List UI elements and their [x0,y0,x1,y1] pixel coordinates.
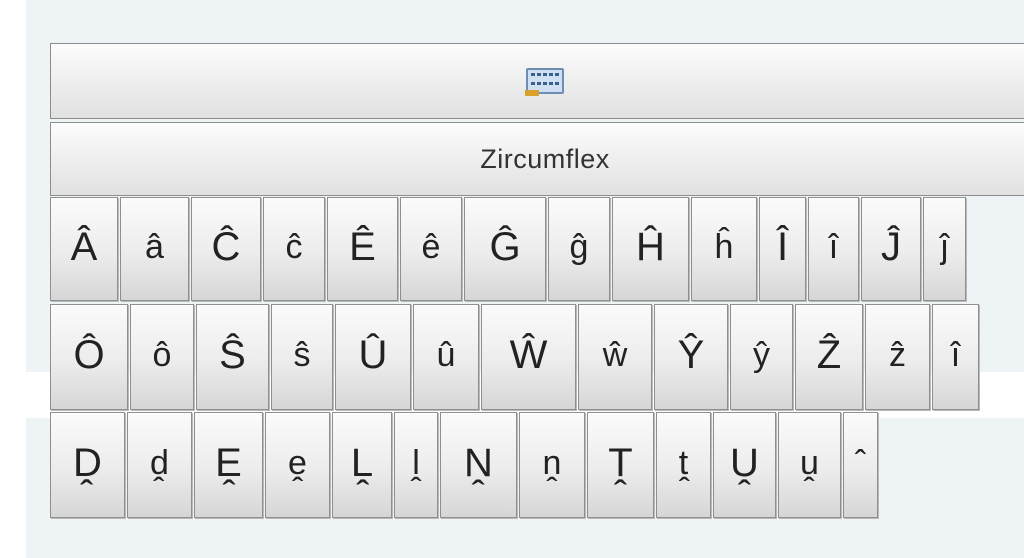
char-key[interactable]: ẑ [865,304,930,410]
char-key[interactable]: ṋ [519,412,585,518]
char-key[interactable]: Ô [50,304,128,410]
char-key[interactable]: Ṋ [440,412,517,518]
char-key[interactable]: Î [759,197,806,301]
char-key[interactable]: ĉ [263,197,325,301]
char-key[interactable]: Ḙ [194,412,263,518]
char-key[interactable]: ḓ [127,412,192,518]
char-key[interactable]: Ŵ [481,304,576,410]
char-key[interactable]: Ẑ [795,304,863,410]
char-key[interactable]: û [413,304,479,410]
character-set-header[interactable]: Zircumflex [50,122,1024,196]
char-key[interactable]: ŝ [271,304,333,410]
key-row-1: Â â Ĉ ĉ Ê ê Ĝ ĝ Ĥ ĥ Î î Ĵ ĵ [50,197,968,301]
char-key[interactable]: Ḓ [50,412,125,518]
char-key[interactable]: ê [400,197,462,301]
char-key[interactable]: Ḽ [332,412,392,518]
key-row-3: Ḓ ḓ Ḙ ḙ Ḽ ḽ Ṋ ṋ Ṱ ṱ Ṷ ṷ ˆ [50,412,880,518]
char-key[interactable]: Ĉ [191,197,261,301]
char-key[interactable]: î [932,304,979,410]
char-key[interactable]: Ĵ [861,197,921,301]
char-key[interactable]: Û [335,304,411,410]
char-key[interactable]: ŷ [730,304,793,410]
char-key[interactable]: Ê [327,197,398,301]
char-key[interactable]: ô [130,304,194,410]
char-key[interactable]: Ĥ [612,197,689,301]
char-key[interactable]: Ṱ [587,412,654,518]
char-key[interactable]: ĥ [691,197,757,301]
char-key[interactable]: ḙ [265,412,330,518]
char-key[interactable]: Ŝ [196,304,269,410]
keyboard-toggle-button[interactable] [50,43,1024,119]
char-key[interactable]: Ĝ [464,197,546,301]
char-key[interactable]: ṷ [778,412,841,518]
char-key[interactable]: î [808,197,859,301]
character-picker-window: Zircumflex Â â Ĉ ĉ Ê ê Ĝ ĝ Ĥ ĥ Î î Ĵ ĵ Ô… [0,0,1024,558]
key-row-2: Ô ô Ŝ ŝ Û û Ŵ ŵ Ŷ ŷ Ẑ ẑ î [50,304,981,410]
char-key[interactable]: Ṷ [713,412,776,518]
char-key[interactable]: ĝ [548,197,610,301]
character-set-title: Zircumflex [480,143,610,174]
char-key[interactable]: ḽ [394,412,438,518]
char-key[interactable]: ŵ [578,304,652,410]
char-key[interactable]: Â [50,197,118,301]
char-key[interactable]: â [120,197,189,301]
char-key[interactable]: ĵ [923,197,966,301]
char-key[interactable]: Ŷ [654,304,728,410]
char-key[interactable]: ṱ [656,412,711,518]
char-key[interactable]: ˆ [843,412,878,518]
keyboard-icon [525,68,564,96]
